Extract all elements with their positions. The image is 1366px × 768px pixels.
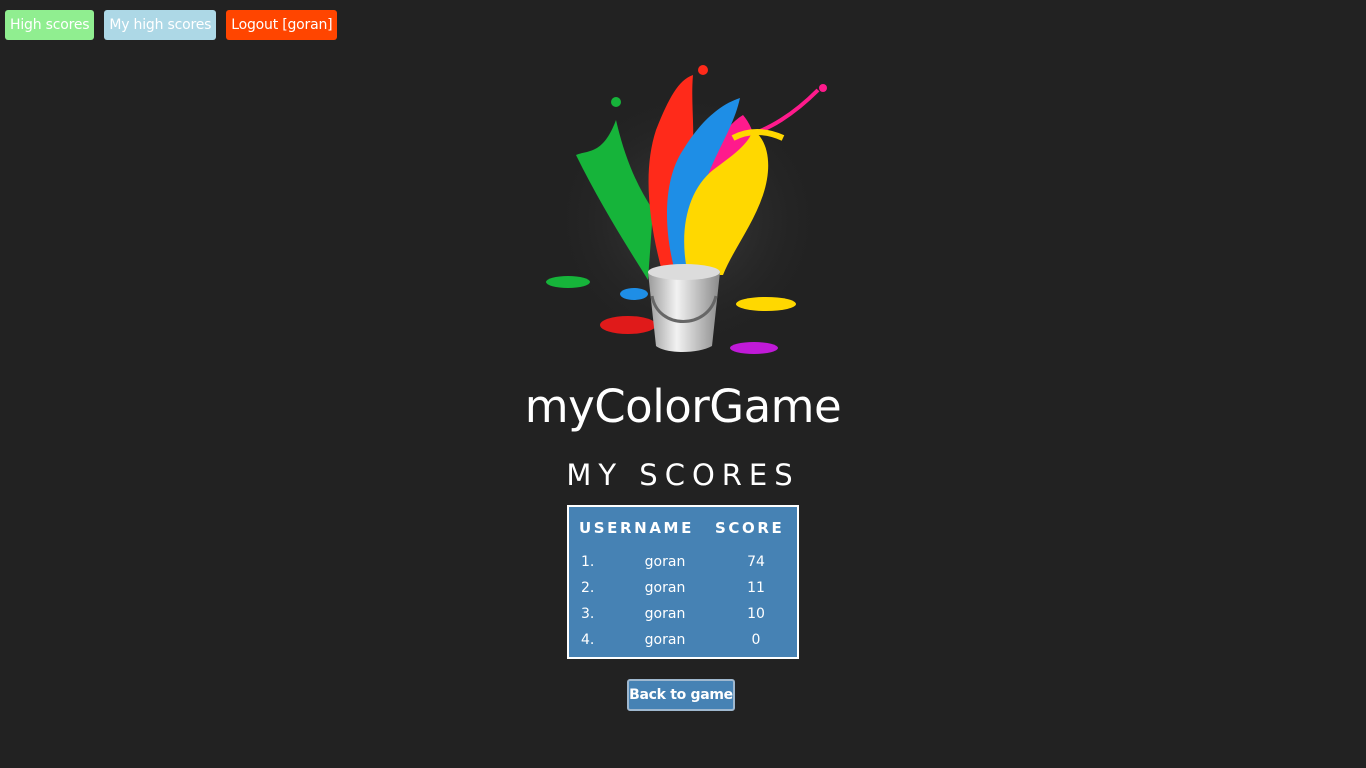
paint-bucket-splash-icon bbox=[546, 65, 828, 355]
score-cell: 74 bbox=[747, 554, 765, 570]
rank-cell: 1. bbox=[581, 554, 595, 570]
username-cell: goran bbox=[644, 632, 686, 648]
username-cell: goran bbox=[644, 580, 686, 596]
score-column-header: SCORE bbox=[715, 519, 785, 537]
page-title: myColorGame bbox=[524, 380, 842, 433]
score-cell: 11 bbox=[747, 580, 765, 596]
back-to-game-button[interactable]: Back to game bbox=[627, 679, 735, 711]
table-header-row: USERNAME SCORE bbox=[569, 507, 797, 549]
score-cell: 0 bbox=[751, 632, 761, 648]
username-column-header: USERNAME bbox=[579, 519, 694, 537]
my-high-scores-button[interactable]: My high scores bbox=[104, 10, 217, 40]
table-row: 2. goran 11 bbox=[569, 575, 797, 601]
top-nav: High scores My high scores Logout [goran… bbox=[5, 10, 338, 40]
rank-cell: 3. bbox=[581, 606, 595, 622]
section-heading: MY SCORES bbox=[566, 458, 800, 492]
table-row: 3. goran 10 bbox=[569, 601, 797, 627]
logout-button[interactable]: Logout [goran] bbox=[226, 10, 338, 40]
table-row: 1. goran 74 bbox=[569, 549, 797, 575]
score-cell: 10 bbox=[747, 606, 765, 622]
page: High scores My high scores Logout [goran… bbox=[0, 0, 1366, 768]
username-cell: goran bbox=[644, 606, 686, 622]
table-row: 4. goran 0 bbox=[569, 627, 797, 653]
rank-cell: 2. bbox=[581, 580, 595, 596]
username-cell: goran bbox=[644, 554, 686, 570]
scores-table: USERNAME SCORE 1. goran 74 2. goran 11 3… bbox=[567, 505, 799, 659]
high-scores-button[interactable]: High scores bbox=[5, 10, 95, 40]
rank-cell: 4. bbox=[581, 632, 595, 648]
